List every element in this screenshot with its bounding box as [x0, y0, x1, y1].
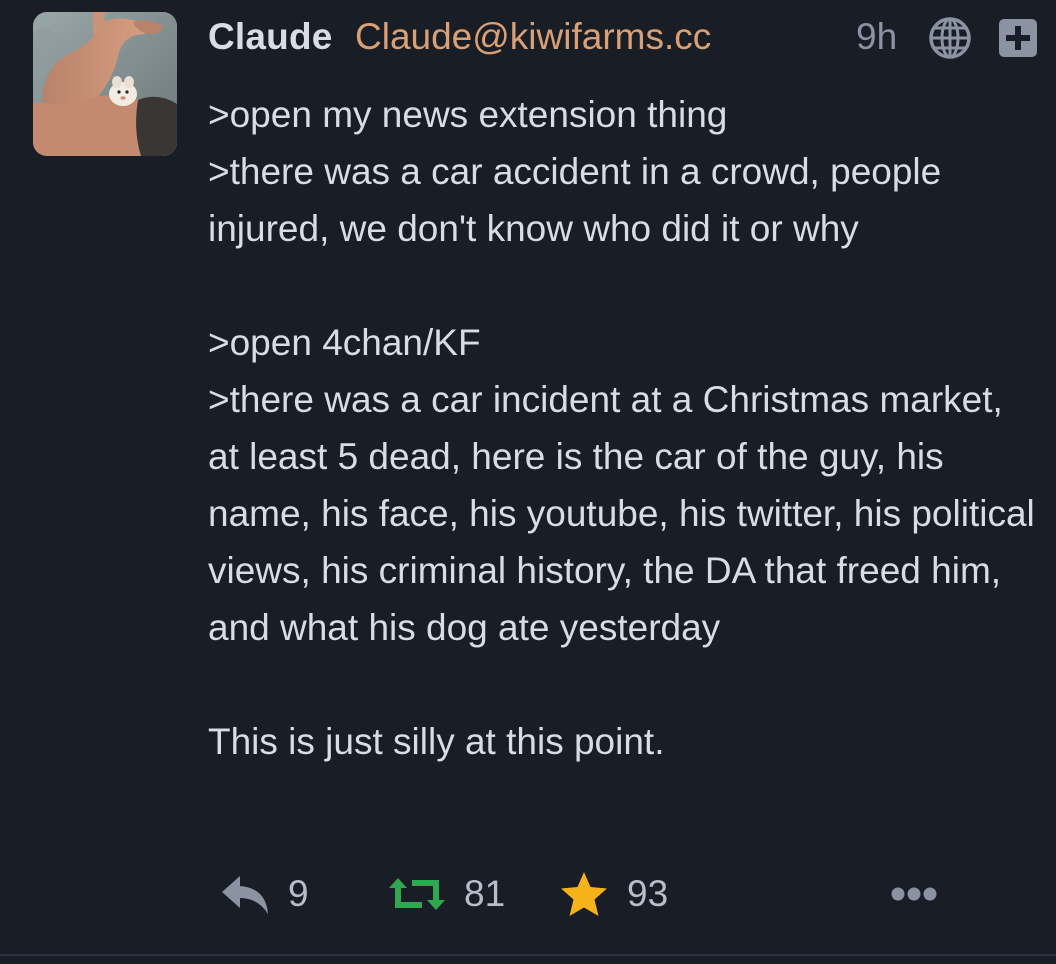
favourite-count: 93: [627, 873, 669, 914]
favourite-button[interactable]: 93: [559, 866, 668, 922]
plus-square-icon[interactable]: [998, 18, 1038, 58]
avatar[interactable]: [33, 12, 177, 156]
ellipsis-icon: [890, 886, 938, 902]
star-icon: [559, 870, 609, 918]
globe-icon: [927, 15, 973, 61]
more-options-button[interactable]: [890, 866, 938, 922]
display-name[interactable]: Claude: [208, 16, 333, 58]
content-line: >open 4chan/KF: [208, 322, 481, 363]
retweet-icon: [388, 874, 446, 914]
content-line: >there was a car incident at a Christmas…: [208, 379, 1035, 648]
timestamp[interactable]: 9h: [856, 16, 897, 58]
status-post: Claude Claude@kiwifarms.cc 9h >open my n…: [0, 0, 1056, 956]
content-line: >open my news extension thing: [208, 94, 728, 135]
content-line: This is just silly at this point.: [208, 721, 665, 762]
action-bar: 9 81 93: [220, 866, 960, 922]
reply-icon: [220, 872, 270, 916]
avatar-image: [33, 12, 177, 156]
account-handle[interactable]: Claude@kiwifarms.cc: [355, 16, 711, 58]
boost-button[interactable]: 81: [388, 866, 505, 922]
post-content: >open my news extension thing >there was…: [208, 86, 1038, 770]
post-header: Claude Claude@kiwifarms.cc 9h: [208, 14, 1038, 62]
reply-count: 9: [288, 873, 309, 914]
boost-count: 81: [464, 873, 506, 914]
content-line: >there was a car accident in a crowd, pe…: [208, 151, 942, 249]
reply-button[interactable]: 9: [220, 866, 309, 922]
